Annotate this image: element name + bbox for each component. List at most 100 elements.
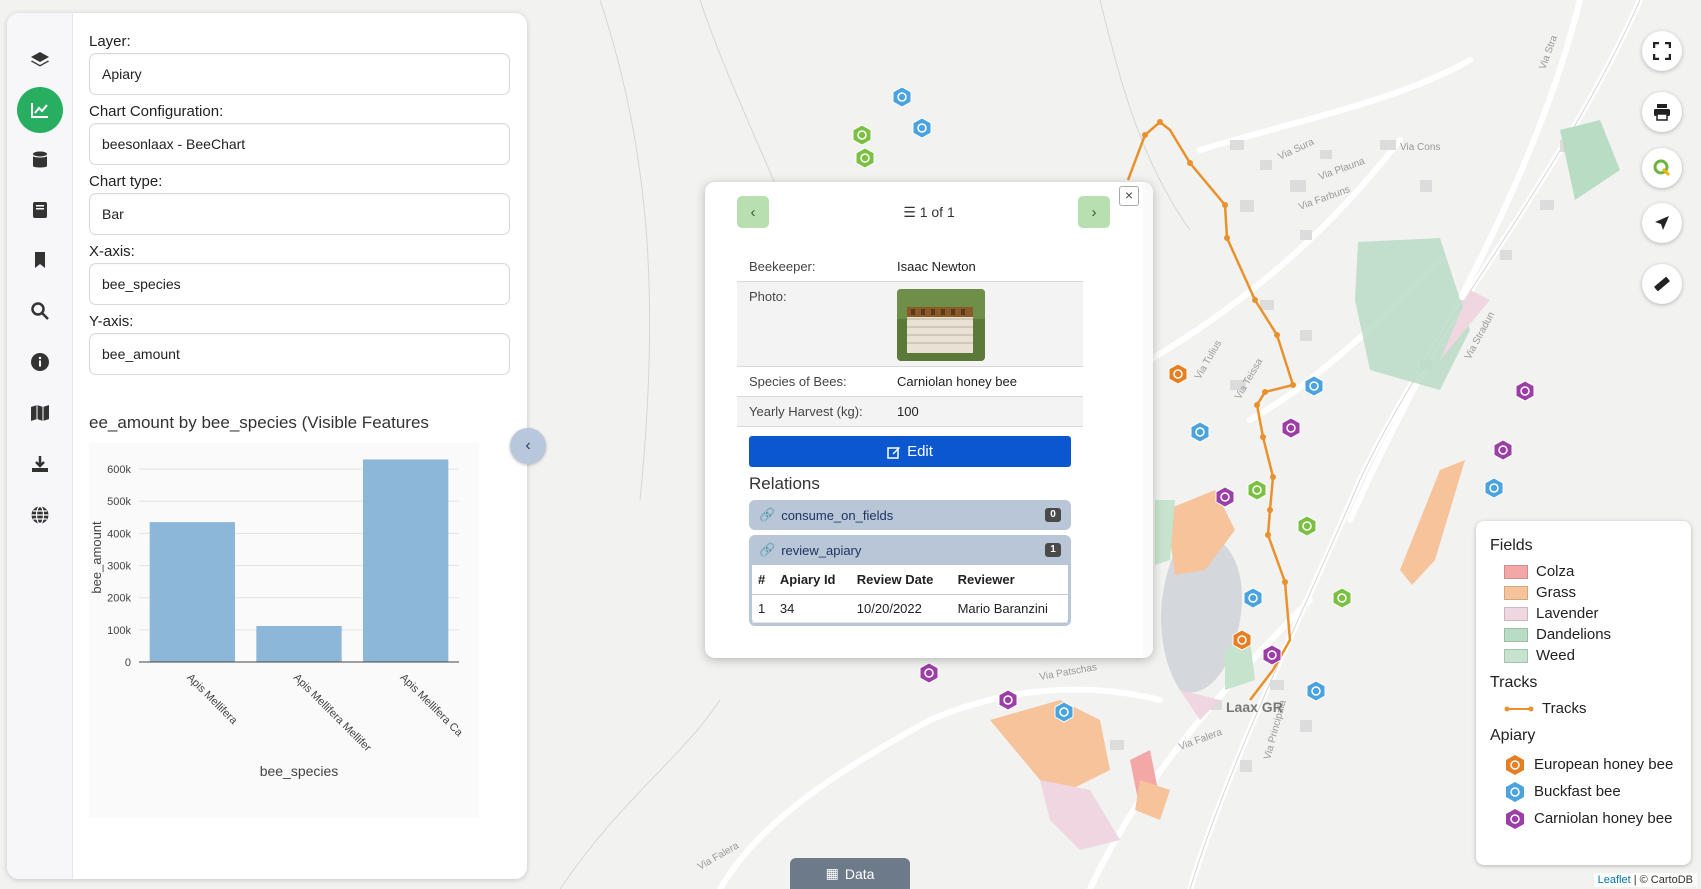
apiary-marker[interactable]: [1483, 477, 1505, 499]
popup-scrollbar[interactable]: [1143, 182, 1153, 658]
chart-icon[interactable]: [17, 87, 63, 133]
apiary-marker[interactable]: [1303, 375, 1325, 397]
apiary-marker[interactable]: [997, 689, 1019, 711]
collapse-panel-button[interactable]: ‹: [510, 428, 546, 464]
swatch: [1504, 627, 1528, 642]
table-row[interactable]: 1 34 10/20/2022 Mario Baranzini: [752, 594, 1068, 623]
x-axis-select[interactable]: bee_species: [89, 263, 510, 305]
relations-title: Relations: [749, 474, 820, 493]
map-icon[interactable]: [17, 390, 63, 436]
y-tick-label: 100k: [107, 625, 131, 637]
relation-name: consume_on_fields: [781, 507, 894, 523]
apiary-photo[interactable]: [897, 289, 985, 361]
bookmark-icon[interactable]: [17, 237, 63, 283]
layers-icon[interactable]: [17, 37, 63, 83]
location-arrow-icon: [1655, 216, 1669, 230]
apiary-marker[interactable]: [1214, 486, 1236, 508]
attr-row-beekeeper: Beekeeper: Isaac Newton: [737, 252, 1083, 282]
search-icon[interactable]: [17, 288, 63, 334]
bar-chart: 0 100k 200k 300k 400k 500k 600k Apis Mellifera A…: [89, 443, 479, 818]
y-tick-label: 500k: [107, 496, 131, 508]
relation-count-badge: 1: [1045, 543, 1061, 557]
edit-icon: [887, 446, 901, 459]
legend-item-grass: Grass: [1504, 582, 1677, 603]
apiary-marker[interactable]: [851, 124, 873, 146]
apiary-marker[interactable]: [911, 117, 933, 139]
buckfast-bee-icon: [1506, 781, 1524, 802]
place-label-laax: Laax GR: [1226, 699, 1283, 715]
carniolan-bee-icon: [1506, 808, 1524, 829]
locate-button[interactable]: [1642, 203, 1682, 243]
apiary-marker[interactable]: [1053, 701, 1075, 723]
harvest-label: Yearly Harvest (kg):: [749, 404, 863, 419]
apiary-marker[interactable]: [1280, 417, 1302, 439]
x-tick-label: Apis Mellifera Mellifer: [291, 672, 374, 755]
attribution-text: | © CartoDB: [1633, 874, 1693, 886]
swatch: [1504, 648, 1528, 663]
apiary-marker[interactable]: [1189, 421, 1211, 443]
y-tick-label: 0: [125, 657, 131, 669]
apiary-marker[interactable]: [1231, 629, 1253, 651]
photo-label: Photo:: [749, 289, 787, 304]
apiary-marker[interactable]: [1331, 587, 1353, 609]
apiary-marker[interactable]: [1492, 439, 1514, 461]
review-table: # Apiary Id Review Date Reviewer 1 34 10…: [752, 565, 1068, 623]
print-button[interactable]: [1642, 92, 1682, 132]
chart-config-form: Layer: Apiary Chart Configuration: beeso…: [89, 31, 519, 381]
icon-rail: [7, 13, 73, 879]
apiary-marker[interactable]: [1305, 680, 1327, 702]
attr-row-harvest: Yearly Harvest (kg): 100: [737, 397, 1083, 427]
leaflet-link[interactable]: Leaflet: [1598, 874, 1631, 886]
edit-label: Edit: [907, 443, 933, 460]
next-feature-button[interactable]: ›: [1078, 196, 1110, 228]
track-line-icon: [1504, 706, 1534, 711]
table-header-row: # Apiary Id Review Date Reviewer: [752, 565, 1068, 595]
database-icon[interactable]: [17, 137, 63, 183]
qgis-button[interactable]: [1642, 148, 1682, 188]
qgis-icon: [1653, 159, 1671, 177]
globe-icon[interactable]: [17, 492, 63, 538]
species-value: Carniolan honey bee: [897, 374, 1017, 389]
col-header: Review Date: [850, 565, 952, 595]
ruler-icon: [1654, 276, 1670, 292]
apiary-marker[interactable]: [918, 662, 940, 684]
measure-button[interactable]: [1642, 264, 1682, 304]
legend-item-colza: Colza: [1504, 561, 1677, 582]
book-icon[interactable]: [17, 187, 63, 233]
apiary-marker[interactable]: [1296, 515, 1318, 537]
apiary-marker[interactable]: [1514, 380, 1536, 402]
harvest-value: 100: [897, 404, 919, 419]
apiary-marker[interactable]: [1242, 587, 1264, 609]
attr-row-photo: Photo:: [737, 282, 1083, 367]
x-axis-label: X-axis:: [89, 243, 135, 260]
x-axis-title: bee_species: [260, 763, 339, 779]
apiary-marker[interactable]: [1246, 479, 1268, 501]
apiary-marker[interactable]: [1167, 363, 1189, 385]
y-axis-select[interactable]: bee_amount: [89, 333, 510, 375]
data-tab-button[interactable]: ▦ Data: [790, 858, 910, 889]
chevron-left-icon: ‹: [525, 437, 531, 454]
legend-item-lavender: Lavender: [1504, 603, 1677, 624]
col-header: Reviewer: [951, 565, 1068, 595]
apiary-marker[interactable]: [854, 147, 876, 169]
relation-review-apiary[interactable]: 🔗 review_apiary 1 # Apiary Id Review Dat…: [749, 535, 1071, 626]
chart-type-select[interactable]: Bar: [89, 193, 510, 235]
x-tick-label: Apis Mellifera Ca: [398, 672, 466, 740]
fullscreen-button[interactable]: [1642, 31, 1682, 71]
chart-config-select[interactable]: beesonlaax - BeeChart: [89, 123, 510, 165]
close-icon[interactable]: ×: [1119, 186, 1139, 206]
apiary-marker[interactable]: [891, 86, 913, 108]
swatch: [1504, 606, 1528, 621]
apiary-marker[interactable]: [1261, 644, 1283, 666]
layer-label: Layer:: [89, 33, 131, 50]
beekeeper-value: Isaac Newton: [897, 259, 976, 274]
legend-item-european-bee: European honey bee: [1504, 751, 1677, 778]
info-icon[interactable]: [17, 339, 63, 385]
download-icon[interactable]: [17, 441, 63, 487]
european-bee-icon: [1506, 754, 1524, 775]
data-tab-label: Data: [844, 865, 875, 882]
edit-button[interactable]: Edit: [749, 436, 1071, 467]
relation-consume-on-fields[interactable]: 🔗 consume_on_fields 0: [749, 500, 1071, 530]
layer-select[interactable]: Apiary: [89, 53, 510, 95]
chart-config-label: Chart Configuration:: [89, 103, 224, 120]
